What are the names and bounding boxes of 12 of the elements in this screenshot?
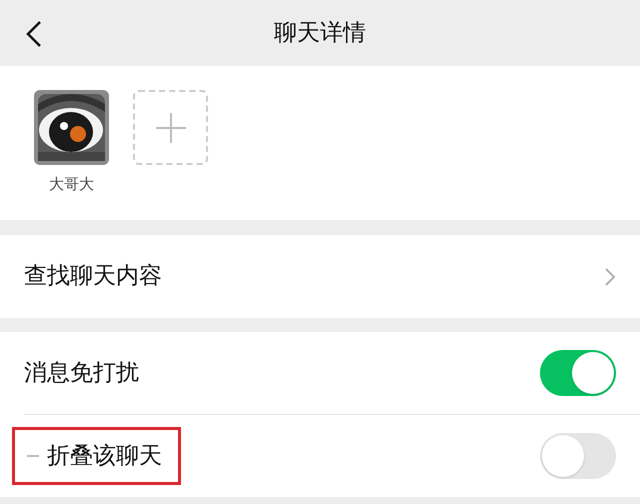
back-icon[interactable]: [26, 20, 42, 48]
row-label[interactable]: 查找聊天内容: [24, 259, 162, 294]
chevron-icon: [604, 266, 616, 286]
plus-icon: [154, 112, 186, 144]
dash-icon: [27, 455, 39, 457]
member-name: 大哥大: [49, 174, 94, 195]
row-label: 消息免打扰: [24, 358, 139, 388]
add-member-button[interactable]: [133, 90, 208, 165]
header-title: 聊天详情: [274, 18, 366, 48]
row-label: 折叠该聊天: [47, 442, 162, 471]
toggle-switch[interactable]: [540, 350, 616, 396]
toggle-switch[interactable]: [540, 433, 616, 479]
